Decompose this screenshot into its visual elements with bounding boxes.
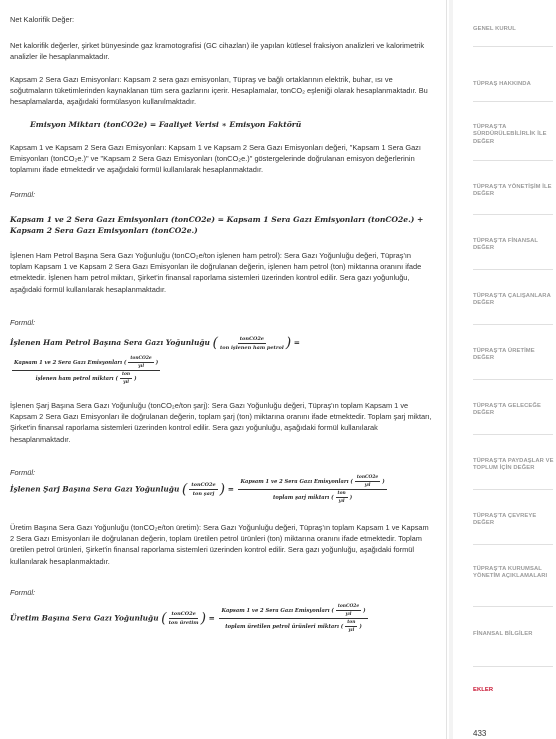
- nav-separator: [473, 489, 553, 490]
- paragraph-net-kalorifik: Net kalorifik değerler, şirket bünyesind…: [10, 41, 425, 62]
- rhs-fraction: Kapsam 1 ve 2 Sera Gazı Emisyonları (ton…: [219, 604, 368, 633]
- nav-separator: [473, 324, 553, 325]
- paragraph-kapsam1-2: Kapsam 1 ve Kapsam 2 Sera Gazı Emisyonla…: [10, 143, 421, 175]
- paragraph-kapsam2: Kapsam 2 Sera Gazı Emisyonları: Kapsam 2…: [10, 75, 428, 107]
- formula-label: Formül:: [10, 318, 36, 327]
- nav-item-gelecek[interactable]: TÜPRAŞ'TA GELECEĞE DEĞER: [473, 403, 555, 418]
- nav-item-genel-kurul[interactable]: GENEL KURUL: [473, 26, 555, 33]
- rhs-fraction: Kapsam 1 ve 2 Sera Gazı Emisyonları (ton…: [12, 356, 161, 385]
- nav-separator: [473, 544, 553, 545]
- equation-uretim: Üretim Başına Sera Gazı Yoğunluğu (tonCO…: [10, 604, 368, 633]
- equation-kapsam-sum-line2: Kapsam 2 Sera Gazı Emisyonları (tonCO2e.…: [10, 226, 198, 235]
- paragraph-ham-petrol: İşlenen Ham Petrol Başına Sera Gazı Yoğu…: [10, 251, 422, 294]
- nav-separator: [473, 46, 553, 47]
- equation-sarj: İşlenen Şarj Başına Sera Gazı Yoğunluğu …: [10, 475, 387, 504]
- nav-item-ekler[interactable]: EKLER: [473, 687, 555, 694]
- equation-ham-petrol: İşlenen Ham Petrol Başına Sera Gazı Yoğu…: [10, 335, 300, 351]
- nav-separator: [473, 101, 553, 102]
- nav-separator: [473, 666, 553, 667]
- equation-lhs: İşlenen Ham Petrol Başına Sera Gazı Yoğu…: [10, 338, 210, 347]
- nav-separator: [473, 160, 553, 161]
- section-heading: Net Kalorifik Değer:: [10, 15, 75, 24]
- equation-lhs: İşlenen Şarj Başına Sera Gazı Yoğunluğu: [10, 484, 180, 494]
- nav-item-tupras-hakkinda[interactable]: TÜPRAŞ HAKKINDA: [473, 81, 555, 88]
- nav-item-calisanlar[interactable]: TÜPRAŞ'TA ÇALIŞANLARA DEĞER: [473, 293, 555, 308]
- sidebar-edge: [449, 0, 453, 739]
- page-number: 433: [473, 729, 487, 738]
- sidebar-divider: [446, 0, 447, 739]
- nav-item-surdurulebilirlik[interactable]: TÜPRAŞ'TA SÜRDÜRÜLEBİLİRLİK İLE DEĞER: [473, 124, 555, 146]
- equation-emission: Emisyon Miktarı (tonCO2e) = Faaliyet Ver…: [30, 120, 302, 129]
- equation-ham-petrol-rhs: Kapsam 1 ve 2 Sera Gazı Emisyonları (ton…: [10, 356, 162, 385]
- nav-item-cevre[interactable]: TÜPRAŞ'TA ÇEVREYE DEĞER: [473, 513, 555, 528]
- nav-item-kurumsal-yonetim[interactable]: TÜPRAŞ'TA KURUMSAL YÖNETİM AÇIKLAMALARI: [473, 566, 555, 581]
- formula-label: Formül:: [10, 588, 36, 597]
- nav-item-uretim[interactable]: TÜPRAŞ'TA ÜRETİME DEĞER: [473, 348, 555, 363]
- nav-separator: [473, 434, 553, 435]
- nav-item-paydaslar[interactable]: TÜPRAŞ'TA PAYDAŞLAR VE TOPLUM İÇİN DEĞER: [473, 458, 555, 473]
- paragraph-sarj: İşlenen Şarj Başına Sera Gazı Yoğunluğu …: [10, 401, 432, 444]
- nav-separator: [473, 606, 553, 607]
- rhs-fraction: Kapsam 1 ve 2 Sera Gazı Emisyonları (ton…: [238, 475, 387, 504]
- nav-item-yonetisim[interactable]: TÜPRAŞ'TA YÖNETİŞİM İLE DEĞER: [473, 184, 555, 199]
- nav-separator: [473, 269, 553, 270]
- equation-lhs: Üretim Başına Sera Gazı Yoğunluğu: [10, 613, 159, 623]
- nav-separator: [473, 214, 553, 215]
- nav-item-finansal-bilgiler[interactable]: FİNANSAL BİLGİLER: [473, 631, 555, 638]
- paragraph-uretim: Üretim Başına Sera Gazı Yoğunluğu (tonCO…: [10, 523, 429, 566]
- formula-label: Formül:: [10, 190, 36, 199]
- equation-kapsam-sum-line1: Kapsam 1 ve 2 Sera Gazı Emisyonları (ton…: [10, 215, 424, 224]
- nav-item-finansal-deger[interactable]: TÜPRAŞ'TA FİNANSAL DEĞER: [473, 238, 555, 253]
- nav-separator: [473, 379, 553, 380]
- unit-fraction: tonCO2e ton işlenen ham petrol: [219, 335, 284, 351]
